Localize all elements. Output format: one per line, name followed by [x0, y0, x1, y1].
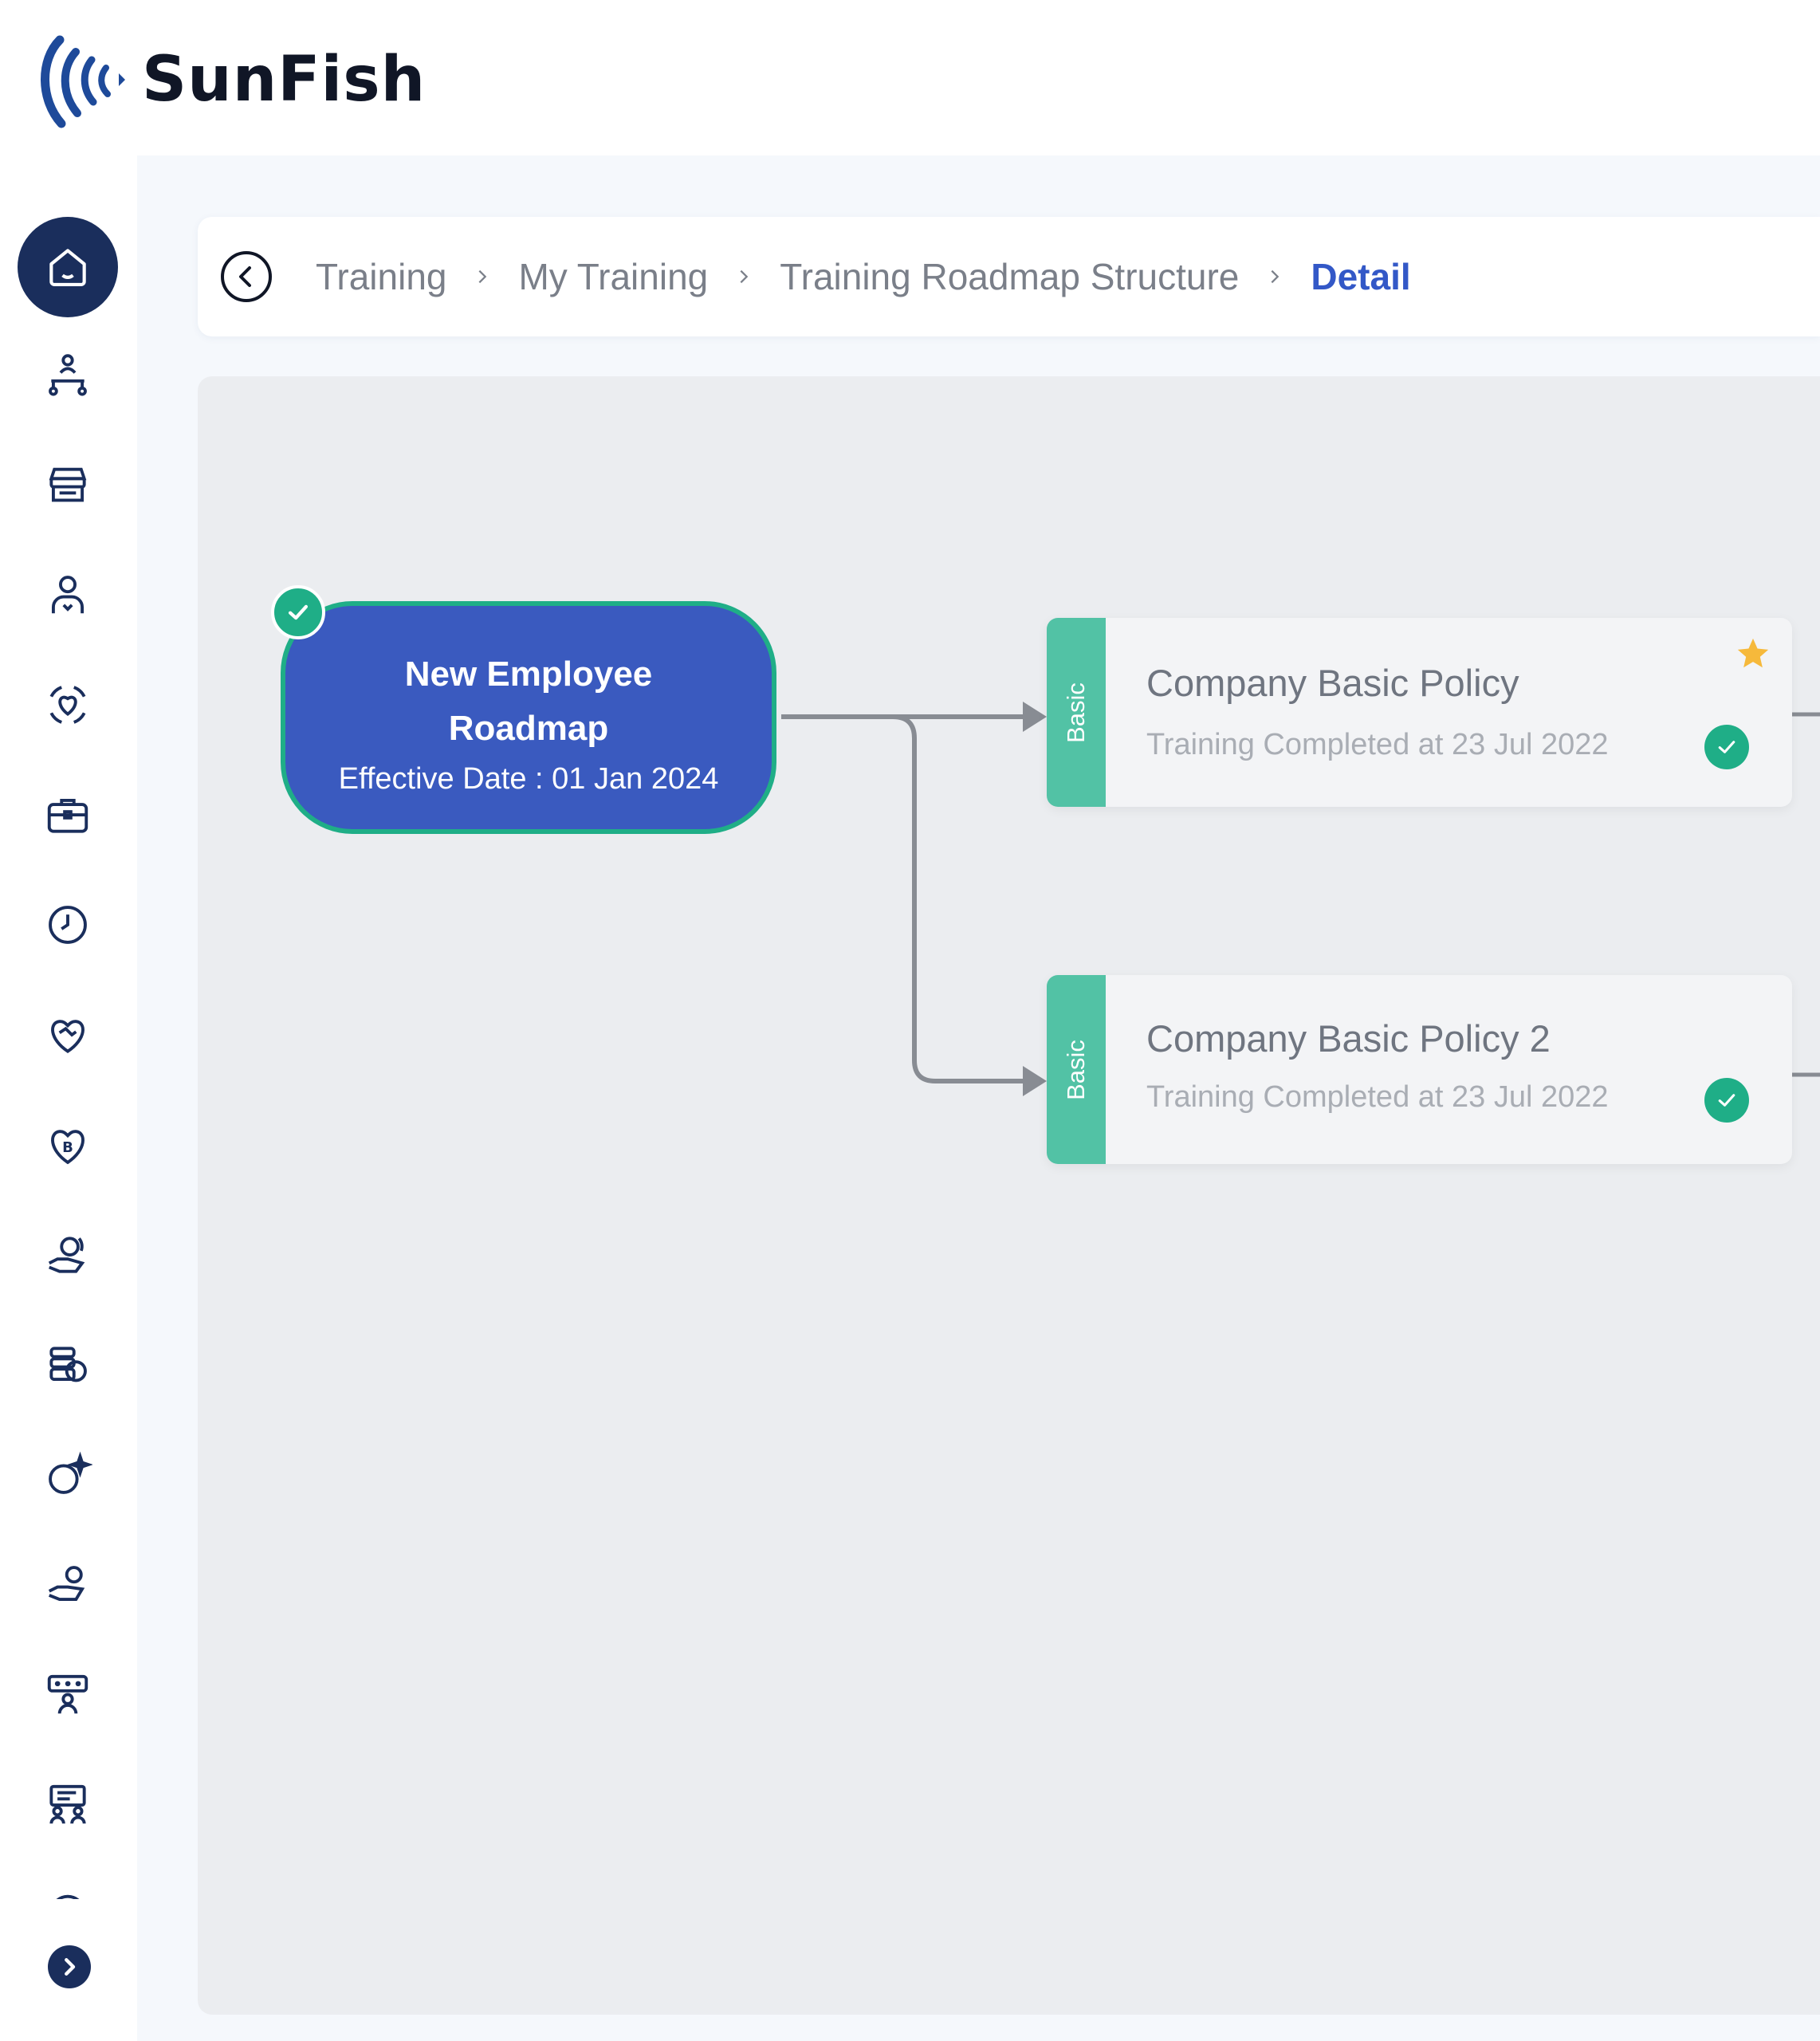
completed-check-badge: [1704, 1078, 1749, 1123]
presentation-icon: [49, 1784, 86, 1824]
person-icon: [51, 576, 85, 614]
hand-coin-refresh-icon: [48, 1237, 85, 1273]
heart-handshake-icon: [51, 1020, 85, 1053]
roadmap-root-node[interactable]: New Employee Roadmap Effective Date : 01…: [281, 601, 776, 834]
coin-sparkle-icon: [49, 1451, 92, 1494]
back-button[interactable]: [218, 249, 274, 305]
sidebar-item-jobs[interactable]: [28, 775, 108, 855]
chevron-right-icon: [65, 1958, 76, 1976]
training-title: Company Basic Policy: [1146, 662, 1519, 704]
completed-check-badge: [271, 585, 325, 639]
briefcase-icon: [47, 798, 88, 833]
hand-coin-icon: [48, 1566, 85, 1602]
chevron-right-icon: [735, 268, 753, 285]
dashboard-icon: [56, 1894, 80, 1899]
sidebar-item-training[interactable]: [28, 1765, 108, 1845]
store-icon: [49, 467, 87, 502]
sidebar-item-performance[interactable]: [28, 1655, 108, 1735]
roadmap-root-effective-date: Effective Date : 01 Jan 2024: [338, 762, 719, 796]
sidebar-item-incentive[interactable]: [28, 1435, 108, 1515]
sidebar-item-attendance[interactable]: [28, 885, 108, 965]
training-status: Training Completed at 23 Jul 2022: [1146, 1080, 1609, 1114]
breadcrumb-roadmap-structure[interactable]: Training Roadmap Structure: [780, 255, 1239, 298]
breadcrumb-training[interactable]: Training: [316, 255, 446, 298]
breadcrumb-bar: Training My Training Training Roadmap St…: [198, 217, 1820, 336]
sidebar-item-loan[interactable]: [28, 1325, 108, 1405]
brand-name: SunFish: [142, 44, 427, 116]
level-tag: Basic: [1047, 975, 1106, 1164]
clock-icon: [49, 906, 87, 944]
checkmark-icon: [1718, 1094, 1735, 1107]
sidebar-item-dashboard[interactable]: [28, 1875, 108, 1899]
training-title: Company Basic Policy 2: [1146, 1017, 1551, 1060]
checkmark-icon: [1718, 741, 1735, 753]
svg-text:B: B: [62, 1139, 73, 1156]
sidebar-item-benefit[interactable]: [28, 995, 108, 1075]
heart-coin-icon: B: [51, 1130, 85, 1165]
breadcrumb-my-training[interactable]: My Training: [518, 255, 708, 298]
sunfish-logo-icon: [41, 35, 125, 128]
completed-check-badge: [1704, 725, 1749, 769]
roadmap-root-title: New Employee Roadmap: [404, 655, 653, 748]
checkmark-icon: [288, 604, 309, 620]
training-card[interactable]: Basic Company Basic Policy 2 Training Co…: [1047, 975, 1792, 1164]
sidebar-item-wellbeing[interactable]: [28, 665, 108, 745]
care-icon: [49, 686, 86, 724]
level-tag: Basic: [1047, 618, 1106, 807]
training-card[interactable]: Basic Company Basic Policy Training Comp…: [1047, 618, 1792, 807]
home-icon: [49, 249, 86, 287]
level-tag-label: Basic: [1062, 1039, 1090, 1100]
breadcrumb-current: Detail: [1311, 256, 1411, 297]
level-tag-label: Basic: [1062, 682, 1090, 743]
sidebar: [0, 155, 137, 2041]
org-structure-icon: [49, 354, 87, 396]
breadcrumb: Training My Training Training Roadmap St…: [316, 217, 1411, 336]
sidebar-item-payroll[interactable]: [28, 1545, 108, 1625]
sidebar-item-compensation[interactable]: B: [28, 1105, 108, 1185]
rating-person-icon: [47, 1674, 88, 1714]
sidebar-expand-button[interactable]: [48, 1945, 91, 1988]
chevron-right-icon: [474, 268, 491, 285]
star-icon: [1737, 638, 1769, 668]
sidebar-item-store[interactable]: [28, 445, 108, 525]
coins-heart-icon: [49, 1347, 87, 1382]
training-status: Training Completed at 23 Jul 2022: [1146, 728, 1609, 761]
sidebar-item-employee[interactable]: [28, 555, 108, 635]
chevron-right-icon: [1266, 268, 1283, 285]
sidebar-item-organization[interactable]: [28, 335, 108, 415]
sidebar-item-home[interactable]: [18, 217, 118, 317]
sidebar-item-reimbursement[interactable]: [28, 1215, 108, 1295]
sunfish-logo: SunFish: [36, 24, 426, 136]
